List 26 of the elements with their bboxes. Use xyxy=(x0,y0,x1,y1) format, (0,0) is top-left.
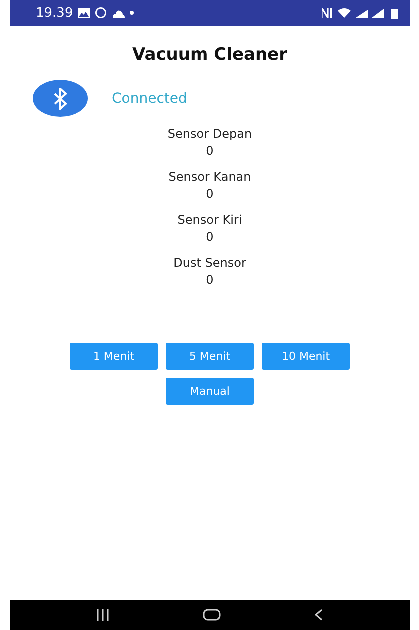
sensor-value: 0 xyxy=(206,273,214,287)
app-title: Vacuum Cleaner xyxy=(132,45,288,65)
bluetooth-button[interactable] xyxy=(33,80,88,117)
sensor-value: 0 xyxy=(206,144,214,158)
timer-button[interactable]: 1 Menit xyxy=(70,343,158,370)
timer-button[interactable]: 10 Menit xyxy=(262,343,350,370)
sensor-label: Dust Sensor xyxy=(174,256,246,270)
recent-apps-icon[interactable] xyxy=(97,609,109,621)
sensor-label: Sensor Depan xyxy=(168,127,252,141)
sensor-label: Sensor Kanan xyxy=(168,170,252,184)
timer-button[interactable]: Manual xyxy=(166,378,254,405)
sensor-value: 0 xyxy=(206,187,214,201)
sensor-label: Sensor Kiri xyxy=(178,213,242,227)
battery-icon xyxy=(391,8,398,18)
timer-button[interactable]: 5 Menit xyxy=(166,343,254,370)
status-time: 19.39 xyxy=(36,6,74,20)
connection-status: Connected xyxy=(112,90,188,106)
bluetooth-icon xyxy=(54,88,68,110)
image-icon xyxy=(78,8,90,18)
home-icon[interactable] xyxy=(203,609,221,621)
wifi-icon xyxy=(338,8,351,18)
cloud-icon xyxy=(112,8,126,18)
back-icon[interactable] xyxy=(315,609,323,621)
dot-icon xyxy=(130,11,134,15)
sensor-value: 0 xyxy=(206,230,214,244)
signal-icon xyxy=(356,8,386,18)
